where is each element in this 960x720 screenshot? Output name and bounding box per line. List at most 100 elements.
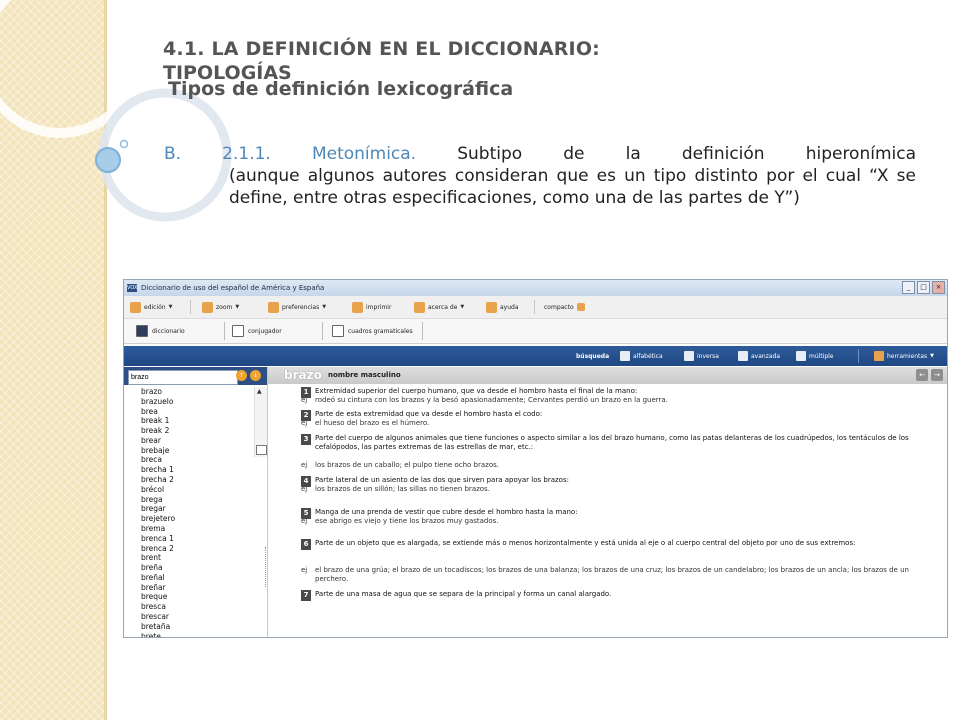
word-list-item[interactable]: bresca — [141, 602, 251, 612]
tab-divider — [422, 322, 423, 340]
zoom-icon — [202, 301, 213, 313]
example-label: ej — [301, 419, 308, 427]
forward-arrow-icon[interactable]: → — [931, 369, 943, 381]
back-arrow-icon[interactable]: ← — [916, 369, 928, 381]
word-list-item[interactable]: brécol — [141, 485, 251, 495]
word-list-item[interactable]: breñal — [141, 573, 251, 583]
tab-conjugador-label: conjugador — [248, 327, 282, 335]
herramientas-label: herramientas — [887, 352, 928, 360]
toolbar-preferencias[interactable]: preferencias ▼ — [268, 300, 326, 314]
tools-icon — [874, 351, 884, 361]
arrow-up-icon[interactable]: ↑ — [236, 370, 247, 381]
arrow-down-icon[interactable]: ↓ — [250, 370, 261, 381]
example-label: ej — [301, 396, 308, 404]
example-label: ej — [301, 517, 308, 525]
advanced-search-icon — [738, 351, 748, 361]
word-search-input[interactable] — [128, 370, 238, 385]
info-icon — [414, 301, 425, 313]
dictionary-icon — [136, 325, 148, 337]
word-list-item[interactable]: brecha 1 — [141, 465, 251, 475]
sense-definition: Parte de un objeto que es alargada, se e… — [315, 539, 856, 547]
close-button[interactable]: × — [932, 281, 945, 294]
chevron-down-icon: ▼ — [168, 304, 173, 310]
word-list-item[interactable]: brema — [141, 524, 251, 534]
word-list-item[interactable]: bretaña — [141, 622, 251, 632]
word-list-item[interactable]: bregar — [141, 504, 251, 514]
word-list-item[interactable]: brazuelo — [141, 397, 251, 407]
minimize-button[interactable]: _ — [902, 281, 915, 294]
alphabetic-search-icon — [620, 351, 630, 361]
edit-icon — [130, 301, 141, 313]
word-list-item[interactable]: brea — [141, 407, 251, 417]
toolbar-imprimir[interactable]: imprimir — [352, 300, 391, 314]
sense-number: 6 — [301, 539, 311, 550]
dictionary-window: VOX Diccionario de uso del español de Am… — [123, 279, 948, 638]
chevron-down-icon: ▼ — [930, 353, 935, 359]
sense-example: los brazos de un caballo; el pulpo tiene… — [315, 461, 499, 469]
tab-conjugador[interactable]: conjugador — [232, 322, 282, 340]
word-list-item[interactable]: brear — [141, 436, 251, 446]
example-label: ej — [301, 461, 308, 469]
example-label: ej — [301, 566, 308, 574]
tab-cuadros-label: cuadros gramaticales — [348, 327, 413, 335]
word-list-panel: ↑ ↓ brazobrazuelobreabreak 1break 2brear… — [124, 367, 268, 637]
print-icon — [352, 301, 363, 313]
sense-example: el brazo de una grúa; el brazo de un toc… — [315, 566, 909, 583]
search-avanzada[interactable]: avanzada — [738, 346, 780, 366]
toolbar-zoom[interactable]: zoom ▼ — [202, 300, 239, 314]
word-list-item[interactable]: break 2 — [141, 426, 251, 436]
word-list-scrollbar[interactable]: ▲ — [254, 387, 267, 457]
word-list-item[interactable]: brazo — [141, 387, 251, 397]
scroll-up-icon[interactable]: ▲ — [257, 388, 262, 395]
body-rest-text: (aunque algunos autores consideran que e… — [229, 166, 916, 208]
window-title: Diccionario de uso del español de Améric… — [141, 284, 325, 292]
word-list-item[interactable]: breña — [141, 563, 251, 573]
word-list-item[interactable]: brejetero — [141, 514, 251, 524]
slide-subtitle: Tipos de definición lexicográfica — [168, 78, 514, 100]
maximize-button[interactable]: □ — [917, 281, 930, 294]
word-list-item[interactable]: brenca 2 — [141, 544, 251, 554]
sense-definition: Parte de una masa de agua que se separa … — [315, 590, 612, 598]
word-list-item[interactable]: brete — [141, 632, 251, 637]
window-controls: _ □ × — [902, 281, 945, 294]
sense-number: 3 — [301, 434, 311, 445]
body-first-text: Subtipo de la definición hiperonímica — [457, 144, 917, 164]
toolbar-ayuda[interactable]: ayuda — [486, 300, 519, 314]
example-label: ej — [301, 485, 308, 493]
word-list-item[interactable]: breñar — [141, 583, 251, 593]
word-list-item[interactable]: brenca 1 — [141, 534, 251, 544]
tab-cuadros-gramaticales[interactable]: cuadros gramaticales — [332, 322, 413, 340]
toolbar-acerca-de[interactable]: acerca de ▼ — [414, 300, 464, 314]
toolbar-compacto[interactable]: compacto — [544, 300, 585, 314]
tab-diccionario[interactable]: diccionario — [136, 322, 185, 340]
word-list-item[interactable]: brent — [141, 553, 251, 563]
word-list-item[interactable]: brecha 2 — [141, 475, 251, 485]
ayuda-label: ayuda — [500, 303, 519, 311]
search-alfabetica[interactable]: alfabética — [620, 346, 663, 366]
preferencias-label: preferencias — [282, 303, 320, 311]
chevron-down-icon: ▼ — [322, 304, 327, 310]
body-label: B. 2.1.1. Metonímica. — [164, 144, 417, 164]
word-list-item[interactable]: break 1 — [141, 416, 251, 426]
app-icon: VOX — [127, 284, 138, 292]
search-inversa[interactable]: inversa — [684, 346, 719, 366]
tab-divider — [224, 322, 225, 340]
avanzada-label: avanzada — [751, 352, 781, 360]
conjugator-icon — [232, 325, 244, 337]
toolbar-separator — [534, 300, 535, 314]
word-list-item[interactable]: brescar — [141, 612, 251, 622]
edicion-label: edición — [144, 303, 166, 311]
imprimir-label: imprimir — [366, 303, 392, 311]
word-list-item[interactable]: brega — [141, 495, 251, 505]
word-list-item[interactable]: brebaje — [141, 446, 251, 456]
toolbar-edicion[interactable]: edición ▼ — [130, 300, 172, 314]
sense-example: el hueso del brazo es el húmero. — [315, 419, 430, 427]
alfabetica-label: alfabética — [633, 352, 663, 360]
word-list-item[interactable]: breque — [141, 592, 251, 602]
herramientas-menu[interactable]: herramientas ▼ — [874, 346, 934, 366]
word-list-item[interactable]: breca — [141, 455, 251, 465]
scroll-thumb[interactable] — [256, 445, 267, 455]
acerca-de-label: acerca de — [428, 303, 458, 311]
word-search-header: ↑ ↓ — [124, 367, 267, 385]
search-multiple[interactable]: múltiple — [796, 346, 834, 366]
